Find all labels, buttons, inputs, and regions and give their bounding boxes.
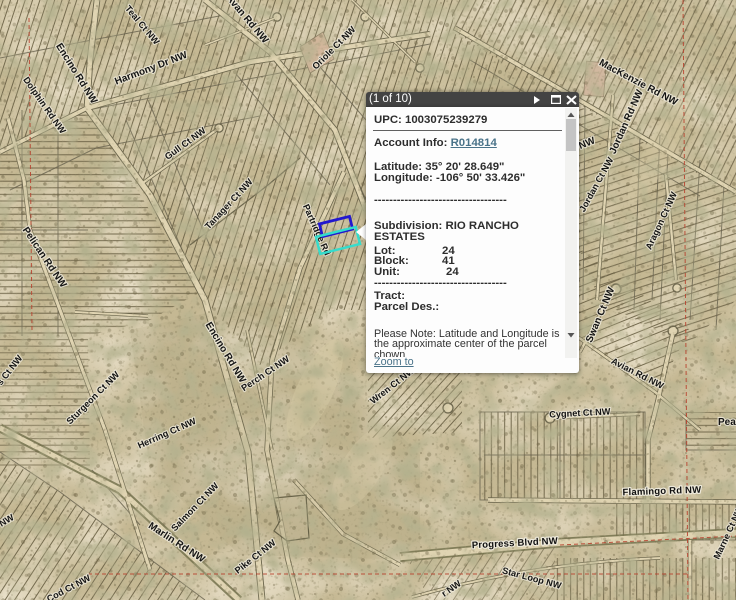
svg-text:Peacock: Peacock <box>718 417 736 428</box>
